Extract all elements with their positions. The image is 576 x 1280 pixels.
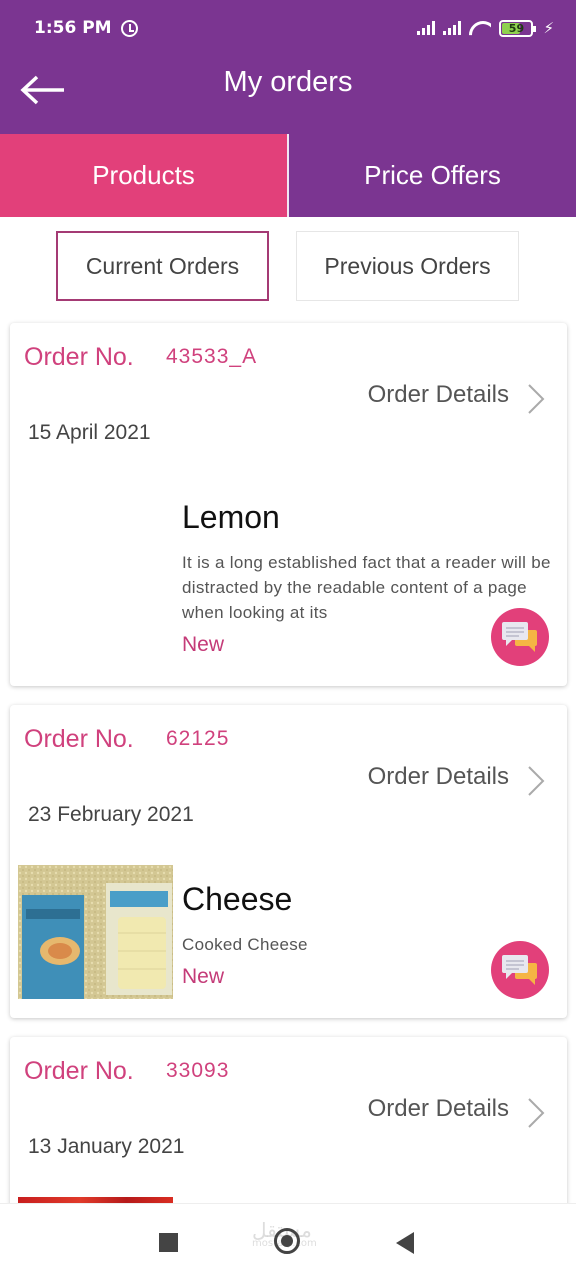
- signal-icon: [443, 21, 462, 35]
- battery-icon: 59: [499, 19, 537, 37]
- product-name: Cheese: [182, 881, 293, 917]
- order-details-link[interactable]: Order Details: [368, 1095, 509, 1123]
- product-image: [18, 865, 173, 999]
- order-number-label: Order No.: [24, 343, 134, 371]
- back-triangle-icon[interactable]: [396, 1232, 414, 1254]
- status-time: 1:56 PM: [34, 18, 112, 38]
- status-icons: 59 ⚡: [417, 19, 554, 37]
- order-date: 13 January 2021: [28, 1135, 185, 1158]
- alarm-icon: [120, 19, 138, 37]
- order-number-label: Order No.: [24, 725, 134, 753]
- order-number: 33093: [166, 1059, 230, 1082]
- tab-products[interactable]: Products: [0, 134, 287, 217]
- charging-icon: ⚡: [543, 19, 554, 37]
- order-number: 43533_A: [166, 345, 258, 368]
- order-status: New: [182, 965, 225, 988]
- cheese-package-image: [18, 865, 173, 999]
- signal-icon: [417, 21, 436, 35]
- chevron-right-icon[interactable]: [525, 1097, 547, 1129]
- chevron-right-icon[interactable]: [525, 765, 547, 797]
- wifi-icon: [469, 19, 491, 37]
- order-card[interactable]: Order No. 43533_A Order Details 15 April…: [10, 323, 567, 686]
- system-nav-bar: مستقل mostaql.com: [0, 1203, 576, 1280]
- chat-button[interactable]: [491, 608, 549, 666]
- status-bar: 1:56 PM 59 ⚡: [0, 0, 576, 56]
- page-title: My orders: [223, 66, 353, 98]
- order-card[interactable]: Order No. 33093 Order Details 13 January…: [10, 1037, 567, 1217]
- battery-level: 59: [508, 21, 525, 35]
- current-orders-button[interactable]: Current Orders: [56, 231, 269, 301]
- tab-price-offers[interactable]: Price Offers: [287, 134, 576, 217]
- chevron-right-icon[interactable]: [525, 383, 547, 415]
- order-details-link[interactable]: Order Details: [368, 763, 509, 791]
- app-bar: My orders: [0, 56, 576, 134]
- chat-button[interactable]: [491, 941, 549, 999]
- product-name: Lemon: [182, 499, 280, 535]
- order-status: New: [182, 633, 225, 656]
- recents-square-icon[interactable]: [159, 1233, 178, 1252]
- chat-bubbles-icon: [502, 622, 537, 652]
- order-card[interactable]: Order No. 62125 Order Details 23 Februar…: [10, 705, 567, 1018]
- order-number-label: Order No.: [24, 1057, 134, 1085]
- home-circle-icon[interactable]: [274, 1228, 300, 1254]
- previous-orders-button[interactable]: Previous Orders: [296, 231, 519, 301]
- order-number: 62125: [166, 727, 230, 750]
- order-date: 23 February 2021: [28, 803, 194, 826]
- order-date: 15 April 2021: [28, 421, 151, 444]
- order-details-link[interactable]: Order Details: [368, 381, 509, 409]
- tab-bar: Products Price Offers: [0, 134, 576, 217]
- chat-bubbles-icon: [502, 955, 537, 985]
